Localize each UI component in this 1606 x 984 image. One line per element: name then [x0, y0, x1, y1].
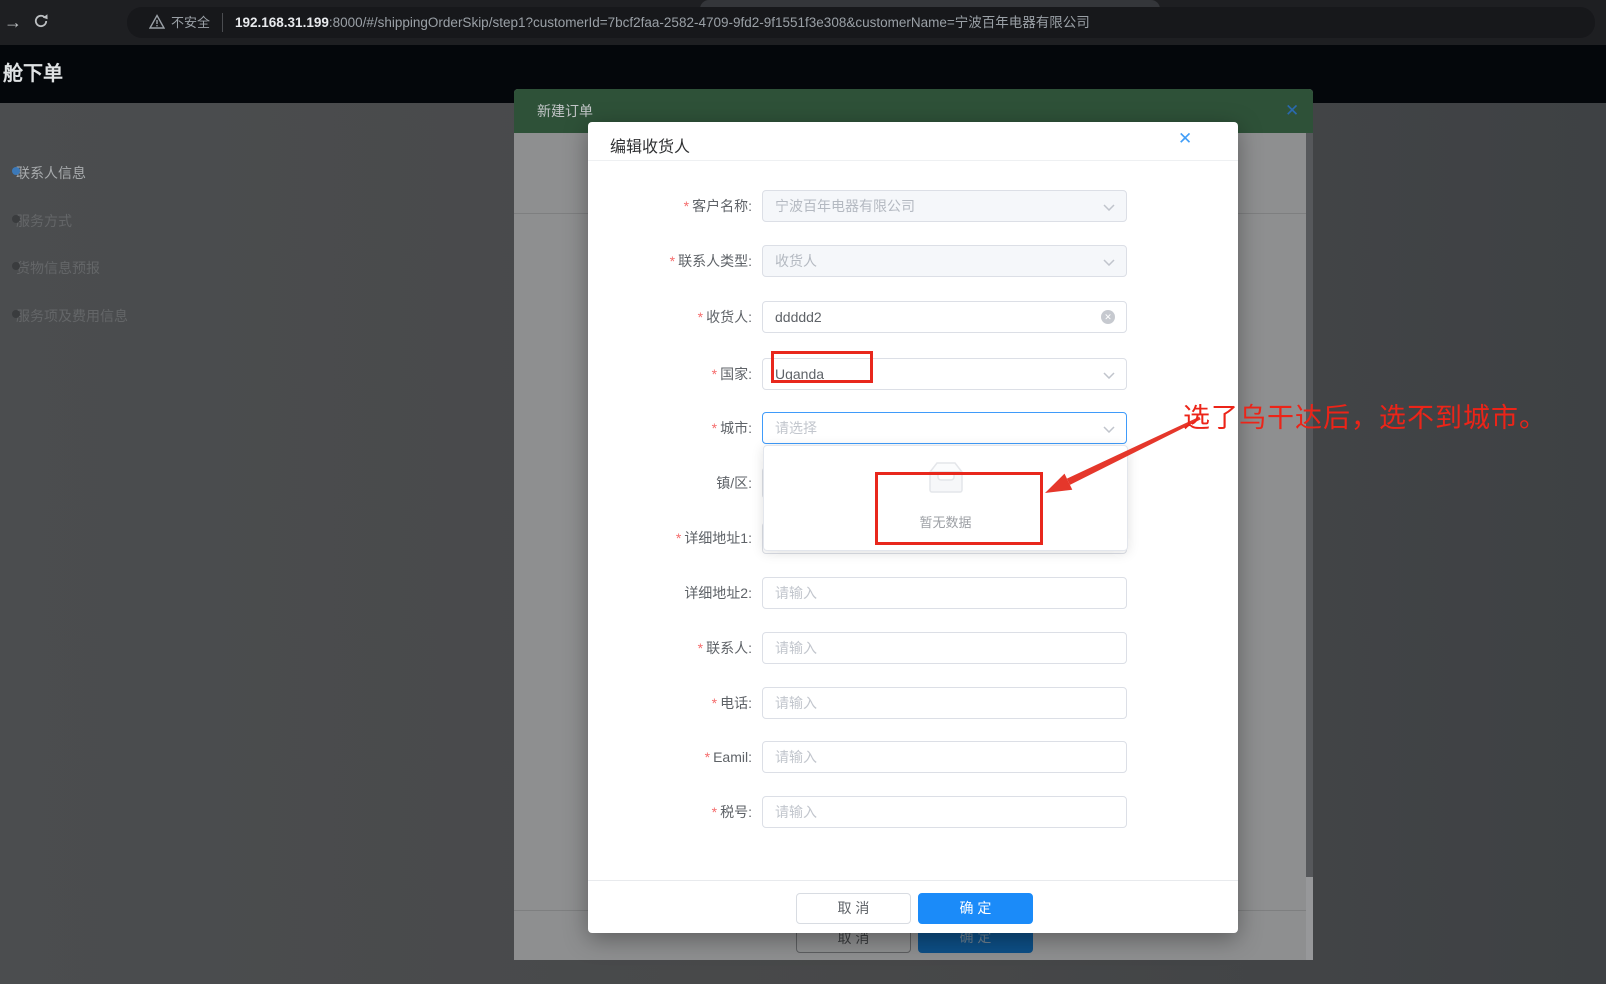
chevron-down-icon: [1103, 259, 1115, 266]
field-row-tax: * 税号:: [588, 796, 1238, 828]
confirm-button[interactable]: 确 定: [918, 893, 1033, 924]
required-marker: *: [683, 198, 690, 214]
annotation-note: 选了乌干达后，选不到城市。: [1183, 403, 1547, 433]
field-label: 详细地址2:: [684, 585, 752, 601]
field-label: * 收货人:: [697, 309, 752, 325]
contact-type-select: 收货人: [762, 245, 1127, 277]
reload-icon[interactable]: [32, 12, 50, 30]
field-label: * 城市:: [711, 420, 752, 436]
url-text: 192.168.31.199:8000/#/shippingOrderSkip/…: [235, 14, 1090, 31]
required-marker: *: [711, 695, 718, 711]
sidebar-item-label: 货物信息预报: [16, 260, 100, 276]
field-row-contact: * 联系人:: [588, 632, 1238, 664]
annotation-rect-empty: [875, 472, 1043, 545]
sidebar-item-service-mode[interactable]: 服务方式: [12, 211, 72, 231]
field-label: * Eamil:: [704, 749, 752, 765]
select-value: 宁波百年电器有限公司: [775, 198, 915, 214]
step-dot-icon: [12, 167, 20, 175]
security-label: 不安全: [171, 15, 211, 30]
chevron-down-icon: [1103, 372, 1115, 379]
required-marker: *: [675, 530, 682, 546]
url-host: 192.168.31.199: [235, 15, 329, 30]
chevron-down-icon: [1103, 204, 1115, 211]
forward-icon[interactable]: →: [4, 10, 22, 34]
divider: [588, 880, 1238, 881]
sidebar-item-cargo-forecast[interactable]: 货物信息预报: [12, 258, 100, 278]
sidebar-item-label: 服务项及费用信息: [16, 308, 128, 324]
address-divider: [222, 13, 223, 32]
field-row-consignee: *收货人: ✕: [588, 301, 1238, 333]
step-dot-icon: [12, 310, 20, 318]
field-row-customer-name: * 客户名称: 宁波百年电器有限公司: [588, 190, 1238, 222]
clear-icon[interactable]: ✕: [1101, 310, 1115, 324]
field-label: * 国家:: [711, 366, 752, 382]
customer-name-select: 宁波百年电器有限公司: [762, 190, 1127, 222]
dialog-title: 编辑收货人: [610, 139, 691, 156]
sidebar-item-label: 服务方式: [16, 213, 72, 229]
select-value: 收货人: [775, 253, 817, 269]
field-label: * 客户名称:: [683, 198, 752, 214]
divider: [588, 160, 1238, 161]
annotation-rect-country: [771, 351, 873, 383]
field-row-country: * 国家: Uganda: [588, 358, 1238, 390]
required-marker: *: [669, 253, 676, 269]
field-row-email: * Eamil:: [588, 741, 1238, 773]
sidebar-item-service-fees[interactable]: 服务项及费用信息: [12, 306, 128, 326]
field-row-address2: 详细地址2:: [588, 577, 1238, 609]
modal-scrollbar[interactable]: [1306, 133, 1313, 960]
close-icon[interactable]: ✕: [1285, 101, 1299, 121]
sidebar-item-label: 联系人信息: [16, 165, 86, 181]
required-marker: *: [711, 420, 718, 436]
page-title: 舱下单: [3, 63, 63, 85]
required-marker: *: [704, 749, 711, 765]
field-label: * 电话:: [711, 695, 752, 711]
close-icon[interactable]: ✕: [1178, 128, 1192, 150]
required-marker: *: [711, 804, 718, 820]
cancel-button[interactable]: 取 消: [796, 893, 911, 924]
required-marker: *: [697, 640, 704, 656]
field-label: * 联系人:: [697, 640, 752, 656]
field-label: * 联系人类型:: [669, 253, 752, 269]
step-dot-icon: [12, 262, 20, 270]
field-label: * 详细地址1:: [675, 530, 752, 546]
field-label: * 税号:: [711, 804, 752, 820]
contact-input[interactable]: [762, 632, 1127, 664]
consignee-input[interactable]: [762, 301, 1127, 333]
required-marker: *: [697, 309, 704, 325]
step-dot-icon: [12, 215, 20, 223]
address2-input[interactable]: [762, 577, 1127, 609]
sidebar-item-contact-info[interactable]: 联系人信息: [12, 163, 86, 183]
phone-input[interactable]: [762, 687, 1127, 719]
scrollbar-thumb[interactable]: [1306, 133, 1313, 877]
email-input[interactable]: [762, 741, 1127, 773]
field-row-phone: * 电话:: [588, 687, 1238, 719]
address-bar[interactable]: 不安全 192.168.31.199:8000/#/shippingOrderS…: [127, 7, 1595, 38]
warning-icon: [149, 14, 165, 29]
required-marker: *: [711, 366, 718, 382]
select-placeholder: 请选择: [775, 420, 817, 436]
field-label: 镇/区:: [716, 475, 752, 491]
url-path: :8000/#/shippingOrderSkip/step1?customer…: [328, 15, 1090, 30]
browser-toolbar: → 不安全 192.168.31.199:8000/#/shippingOrde…: [0, 0, 1606, 45]
new-order-modal-title: 新建订单: [537, 103, 593, 119]
field-row-contact-type: * 联系人类型: 收货人: [588, 245, 1238, 277]
tax-input[interactable]: [762, 796, 1127, 828]
